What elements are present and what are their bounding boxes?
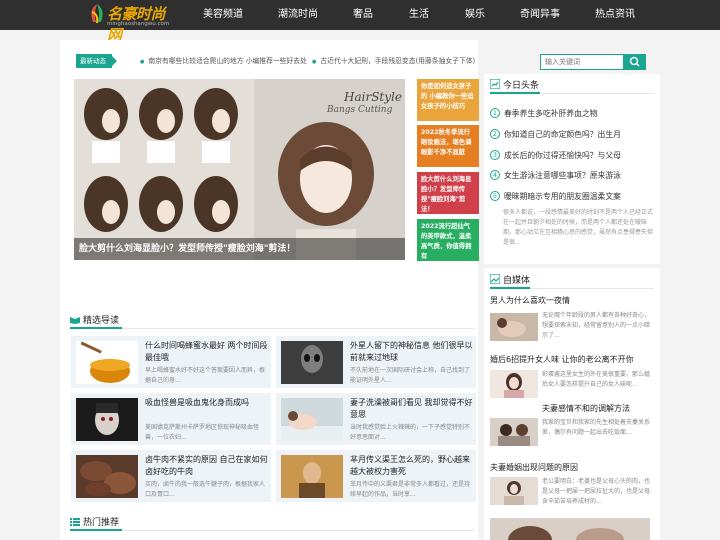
media-item-title[interactable]: 男人为什么喜欢一夜情 bbox=[490, 295, 570, 306]
article-thumb bbox=[281, 455, 343, 498]
hero-caption[interactable]: 脸大剪什么刘海显脸小？发型师传授"瘦脸刘海"剪法！ bbox=[74, 238, 405, 260]
search-button[interactable] bbox=[624, 54, 646, 70]
headline-text[interactable]: 你知道自己的命定颜色吗？出生月 bbox=[504, 130, 621, 139]
article-thumb bbox=[76, 398, 138, 441]
article-card[interactable]: 吸血怪兽是吸血鬼化身而成吗 美国德克萨斯州卡萨罗地区惊现神秘吸血怪兽，一位农妇.… bbox=[71, 393, 271, 445]
search-box bbox=[540, 54, 646, 70]
article-desc: 不久前地在一次国际研讨会上称，自己找到了能证明外星人... bbox=[350, 367, 471, 384]
ticker-item[interactable]: 南京有哪些比较适合爬山的地方 小编推荐一些好去处 bbox=[140, 54, 307, 68]
media-item-title[interactable]: 夫妻感情不和的调解方法 bbox=[542, 403, 630, 414]
headlines-title: 今日头条 bbox=[489, 78, 540, 91]
article-card[interactable]: 卤牛肉不紧实的原因 自己在家如何卤好吃的牛肉 买肉，卤牛肉我一般选牛腱子肉，根据… bbox=[71, 450, 271, 502]
promo-box[interactable]: 2022秋冬季流行眼妆画法，堪色调眼影千净不显脏 bbox=[417, 125, 479, 167]
article-desc: 美国德克萨斯州卡萨罗地区惊现神秘吸血怪兽，一位农妇... bbox=[145, 424, 260, 441]
rank-number: 4 bbox=[490, 170, 500, 180]
promo-box[interactable]: 2022流行超仙气的美甲款式，温柔高气质，你值得拥有 bbox=[417, 219, 479, 261]
section-title-text: 精选导读 bbox=[83, 316, 120, 326]
article-thumb bbox=[281, 398, 343, 441]
search-icon bbox=[629, 56, 640, 67]
article-card[interactable]: 外星人留下的神秘信息 他们很早以前就来过地球 不久前地在一次国际研讨会上称，自己… bbox=[276, 336, 476, 388]
hero-slider[interactable]: HairStyle Bangs Cutting 脸大剪什么刘海显脸小？发型师传授… bbox=[74, 79, 405, 260]
news-ticker: 最新动态 南京有哪些比较适合爬山的地方 小编推荐一些好去处 古近代十大妃刑，手段… bbox=[76, 54, 476, 68]
nav-item-fashion[interactable]: 潮流时尚 bbox=[273, 0, 323, 30]
nav-item-entertainment[interactable]: 娱乐 bbox=[460, 0, 490, 30]
headline-text[interactable]: 春季养生多吃补肝养血之物 bbox=[504, 109, 598, 118]
media-title-text: 自媒体 bbox=[503, 276, 531, 286]
media-item-title[interactable]: 夫妻婚姻出现问题的原因 bbox=[490, 462, 578, 473]
ticker-badge: 最新动态 bbox=[76, 54, 117, 68]
site-logo[interactable]: 名豪时尚网 minghaoshangwu.com bbox=[88, 2, 174, 44]
rank-number: 1 bbox=[490, 108, 500, 118]
headline-text[interactable]: 女生游泳注意哪些事项？原来游泳 bbox=[504, 171, 621, 180]
media-banner-image[interactable] bbox=[490, 518, 650, 540]
article-title[interactable]: 吸血怪兽是吸血鬼化身而成吗 bbox=[145, 397, 269, 409]
section-title-text: 热门推荐 bbox=[83, 518, 120, 528]
divider bbox=[70, 530, 474, 531]
article-title[interactable]: 卤牛肉不紧实的原因 自己在家如何卤好吃的牛肉 bbox=[145, 454, 269, 478]
media-thumb[interactable] bbox=[490, 370, 538, 398]
article-desc: 买肉，卤牛肉我一般选牛腱子肉，根据我家人口及胃口... bbox=[145, 481, 266, 498]
hero-art-subtitle: Bangs Cutting bbox=[327, 105, 393, 115]
media-thumb[interactable] bbox=[490, 418, 538, 446]
headlines-title-text: 今日头条 bbox=[503, 81, 540, 91]
article-card[interactable]: 什么时间喝蜂蜜水最好 两个时间段最佳哦 早上喝蜂蜜水好不好这个答案要因人而异，根… bbox=[71, 336, 271, 388]
media-thumb[interactable] bbox=[490, 313, 538, 341]
article-title[interactable]: 芈月传义渠王怎么死的，野心越来越大被权力害死 bbox=[350, 454, 474, 478]
image-icon bbox=[489, 273, 501, 285]
article-desc: 当时我感觉脸上火辣辣的，一下子感觉特别不好意思面对... bbox=[350, 424, 471, 441]
logo-domain: minghaoshangwu.com bbox=[107, 21, 170, 27]
rank-number: 3 bbox=[490, 150, 500, 160]
media-item-desc: 彩蛋酱这里女生的外在美很重要，那么婚后女人要怎样提升自己的女人味呢... bbox=[542, 371, 651, 388]
nav-item-beauty[interactable]: 美容频道 bbox=[198, 0, 248, 30]
article-thumb bbox=[281, 341, 343, 384]
media-item-desc: 我家的宝贝和我家的先生相处着夫妻关系差，偶尔有问题一起出去吃饭面... bbox=[542, 419, 651, 436]
media-title: 自媒体 bbox=[489, 273, 531, 286]
article-thumb bbox=[76, 455, 138, 498]
promo-box[interactable]: 脸大剪什么刘海显脸小？发型师传授"瘦脸刘海"剪法！ bbox=[417, 172, 479, 214]
rank-number: 2 bbox=[490, 129, 500, 139]
chart-icon bbox=[489, 78, 501, 90]
promo-box[interactable]: 你是如何追女孩子的 小编教你一些追女孩子的小技巧 bbox=[417, 79, 479, 121]
book-icon bbox=[70, 317, 80, 324]
article-card[interactable]: 妻子洗澡被哥们看见 我却觉得不好意思 当时我感觉脸上火辣辣的，一下子感觉特别不好… bbox=[276, 393, 476, 445]
headline-item[interactable]: 5 暧昧期暗示专用的朋友圈温柔文案 bbox=[490, 191, 621, 205]
search-input[interactable] bbox=[540, 54, 624, 70]
article-title[interactable]: 妻子洗澡被哥们看见 我却觉得不好意思 bbox=[350, 397, 474, 421]
article-title[interactable]: 什么时间喝蜂蜜水最好 两个时间段最佳哦 bbox=[145, 340, 269, 364]
article-desc: 芈月传中的义渠君是非常多人都看过，还是持续早起的作品，当时享... bbox=[350, 481, 471, 498]
section-title-featured: 精选导读 bbox=[70, 313, 119, 326]
headline-item[interactable]: 2 你知道自己的命定颜色吗？出生月 bbox=[490, 129, 621, 143]
media-item-desc: 老公要明白：老婆也是父母心头的肉，也是父母一把屎一把尿拉扯大的，也是父母含辛茹苦… bbox=[542, 478, 651, 505]
section-accent bbox=[70, 327, 122, 329]
section-accent bbox=[70, 529, 122, 531]
article-title[interactable]: 外星人留下的神秘信息 他们很早以前就来过地球 bbox=[350, 340, 474, 364]
media-item-title[interactable]: 婚后6招提升女人味 让你的老公离不开你 bbox=[490, 354, 634, 365]
divider bbox=[70, 328, 474, 329]
nav-item-hot-news[interactable]: 热点资讯 bbox=[590, 0, 640, 30]
logo-leaf-icon bbox=[91, 4, 103, 24]
nav-item-life[interactable]: 生活 bbox=[404, 0, 434, 30]
hero-art-title: HairStyle bbox=[344, 90, 402, 104]
headline-text[interactable]: 成长后的你过得还愉快吗？与父母 bbox=[504, 151, 621, 160]
section-accent bbox=[490, 92, 540, 94]
headline-excerpt: 很多人都说，一段感情最美好的时刻不是两个人已经正式在一起并且朝夕相处的时候，而是… bbox=[503, 209, 654, 246]
nav-item-oddities[interactable]: 奇闻异事 bbox=[515, 0, 565, 30]
headline-item[interactable]: 4 女生游泳注意哪些事项？原来游泳 bbox=[490, 170, 621, 184]
headline-item[interactable]: 3 成长后的你过得还愉快吗？与父母 bbox=[490, 150, 621, 164]
media-item-desc: 无论哪个年龄段的男人都有各种好奇心，想要探索未知，经常留意别人的一点小暗示了..… bbox=[542, 312, 651, 339]
section-title-hot: 热门推荐 bbox=[70, 515, 119, 528]
article-thumb bbox=[76, 341, 138, 384]
headline-text[interactable]: 暧昧期暗示专用的朋友圈温柔文案 bbox=[504, 192, 621, 201]
list-icon bbox=[70, 518, 80, 526]
nav-item-luxury[interactable]: 奢品 bbox=[348, 0, 378, 30]
article-card[interactable]: 芈月传义渠王怎么死的，野心越来越大被权力害死 芈月传中的义渠君是非常多人都看过，… bbox=[276, 450, 476, 502]
ticker-item[interactable]: 古近代十大妃刑，手段残忍变态(用藤条抽女子下体) bbox=[312, 54, 475, 68]
top-nav: 名豪时尚网 minghaoshangwu.com 美容频道 潮流时尚 奢品 生活… bbox=[0, 0, 720, 44]
headline-item[interactable]: 1 春季养生多吃补肝养血之物 bbox=[490, 108, 598, 122]
media-thumb[interactable] bbox=[490, 477, 538, 505]
section-accent bbox=[490, 287, 530, 289]
article-desc: 早上喝蜂蜜水好不好这个答案要因人而异，根据自己的身... bbox=[145, 367, 266, 384]
rank-number: 5 bbox=[490, 191, 500, 201]
